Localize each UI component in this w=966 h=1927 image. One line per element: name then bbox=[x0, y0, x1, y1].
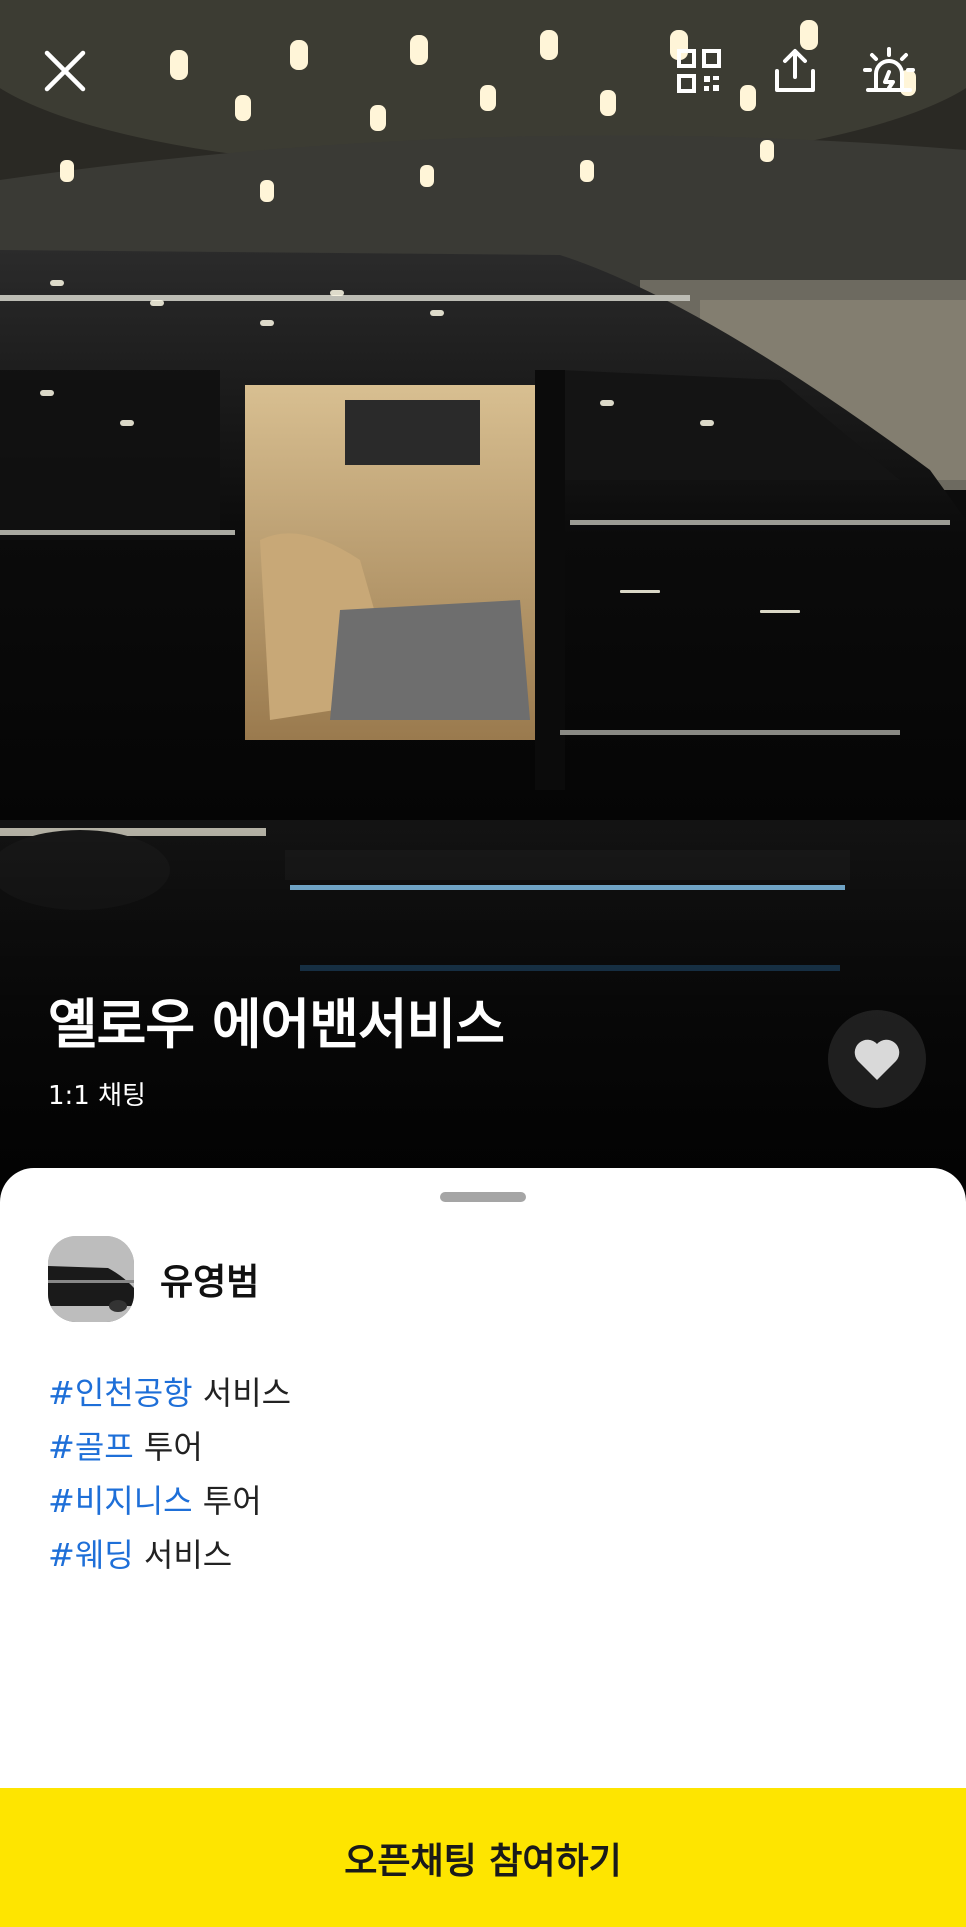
hashtag-list: #인천공항 서비스 #골프 투어 #비지니스 투어 #웨딩 서비스 bbox=[48, 1366, 291, 1582]
owner-name: 유영범 bbox=[160, 1262, 260, 1303]
qr-code-button[interactable] bbox=[666, 38, 732, 104]
hashtag-link[interactable]: #웨딩 bbox=[48, 1536, 134, 1574]
tag-line: #웨딩 서비스 bbox=[48, 1528, 291, 1582]
close-icon bbox=[44, 50, 86, 92]
tag-text: 투어 bbox=[202, 1482, 262, 1520]
report-button[interactable] bbox=[856, 38, 922, 104]
tag-line: #인천공항 서비스 bbox=[48, 1366, 291, 1420]
share-icon bbox=[775, 49, 815, 92]
avatar-van-image bbox=[48, 1236, 134, 1322]
info-sheet: 유영범 #인천공항 서비스 #골프 투어 #비지니스 투어 #웨딩 서비스 bbox=[0, 1168, 966, 1788]
close-button[interactable] bbox=[32, 38, 98, 104]
tag-line: #비지니스 투어 bbox=[48, 1474, 291, 1528]
like-button[interactable] bbox=[828, 1010, 926, 1108]
join-button-label: 오픈채팅 참여하기 bbox=[344, 1840, 622, 1882]
chat-type-label: 1:1 채팅 bbox=[48, 1081, 146, 1111]
share-button[interactable] bbox=[762, 38, 828, 104]
tag-text: 투어 bbox=[143, 1428, 203, 1466]
cover-photo: 옐로우 에어밴서비스 1:1 채팅 bbox=[0, 0, 966, 1200]
heart-icon bbox=[854, 1039, 900, 1080]
tag-line: #골프 투어 bbox=[48, 1420, 291, 1474]
qr-code-icon bbox=[677, 49, 721, 93]
hashtag-link[interactable]: #골프 bbox=[48, 1428, 134, 1466]
avatar[interactable] bbox=[48, 1236, 134, 1322]
owner-profile[interactable]: 유영범 bbox=[48, 1236, 259, 1322]
join-openchat-button[interactable]: 오픈채팅 참여하기 bbox=[0, 1788, 966, 1927]
hashtag-link[interactable]: #인천공항 bbox=[48, 1374, 193, 1412]
tag-text: 서비스 bbox=[202, 1374, 292, 1412]
tag-text: 서비스 bbox=[143, 1536, 233, 1574]
sheet-grabber[interactable] bbox=[440, 1192, 526, 1202]
chatroom-title: 옐로우 에어밴서비스 bbox=[48, 993, 505, 1056]
hashtag-link[interactable]: #비지니스 bbox=[48, 1482, 193, 1520]
report-siren-icon bbox=[863, 47, 915, 92]
